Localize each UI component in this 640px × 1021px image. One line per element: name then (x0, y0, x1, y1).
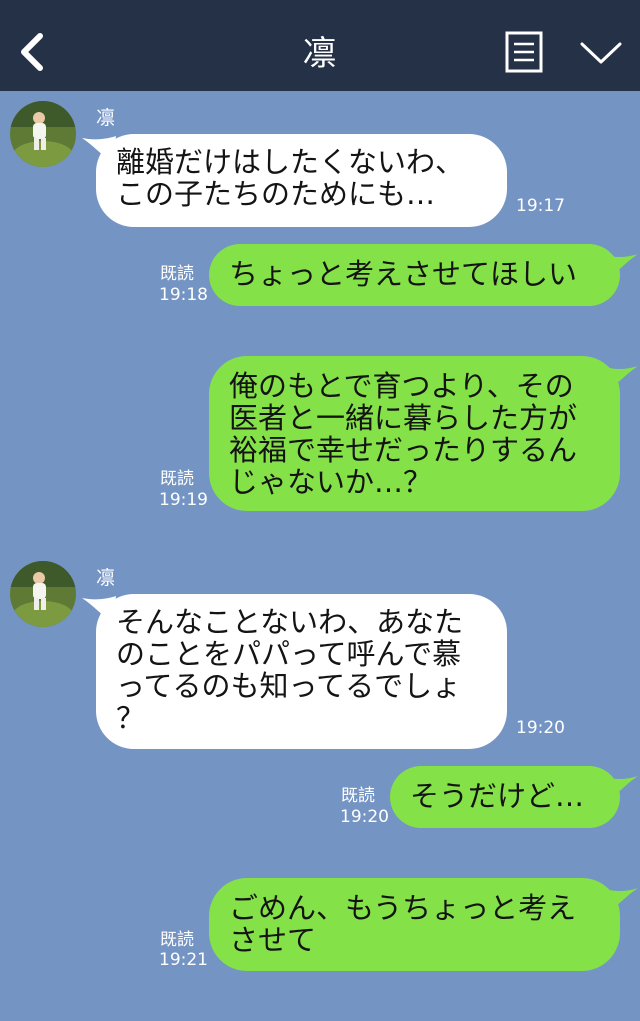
message-time: 19:18 (159, 285, 208, 305)
message-time: 19:20 (340, 807, 389, 827)
chat-title: 凛 (302, 34, 338, 74)
message-time: 19:17 (516, 196, 565, 216)
read-status: 既読 (160, 930, 194, 950)
message-bubble[interactable]: 離婚だけはしたくないわ、 この子たちのためにも… (96, 134, 507, 227)
notes-icon[interactable] (505, 31, 543, 73)
read-status: 既読 (160, 264, 194, 284)
read-status: 既読 (341, 786, 375, 806)
chat-header: 凛 (0, 0, 640, 91)
message-bubble[interactable]: そうだけど… (390, 766, 620, 828)
child-photo-icon (10, 561, 76, 627)
sender-name: 凛 (96, 567, 116, 589)
message-time: 19:19 (159, 490, 208, 510)
read-status: 既読 (160, 469, 194, 489)
sender-name: 凛 (96, 107, 116, 129)
avatar[interactable] (10, 101, 76, 167)
message-bubble[interactable]: 俺のもとで育つより、その 医者と一緒に暮らした方が 裕福で幸せだったりするん じ… (209, 356, 620, 511)
message-bubble[interactable]: ごめん、もうちょっと考え させて (209, 878, 620, 971)
child-photo-icon (10, 101, 76, 167)
message-time: 19:20 (516, 718, 565, 738)
message-time: 19:21 (159, 950, 208, 970)
message-bubble[interactable]: そんなことないわ、あなた のことをパパって呼んで慕 ってるのも知ってるでしょ ？ (96, 594, 507, 749)
avatar[interactable] (10, 561, 76, 627)
message-bubble[interactable]: ちょっと考えさせてほしい (209, 244, 620, 306)
chevron-down-icon[interactable] (580, 40, 622, 66)
